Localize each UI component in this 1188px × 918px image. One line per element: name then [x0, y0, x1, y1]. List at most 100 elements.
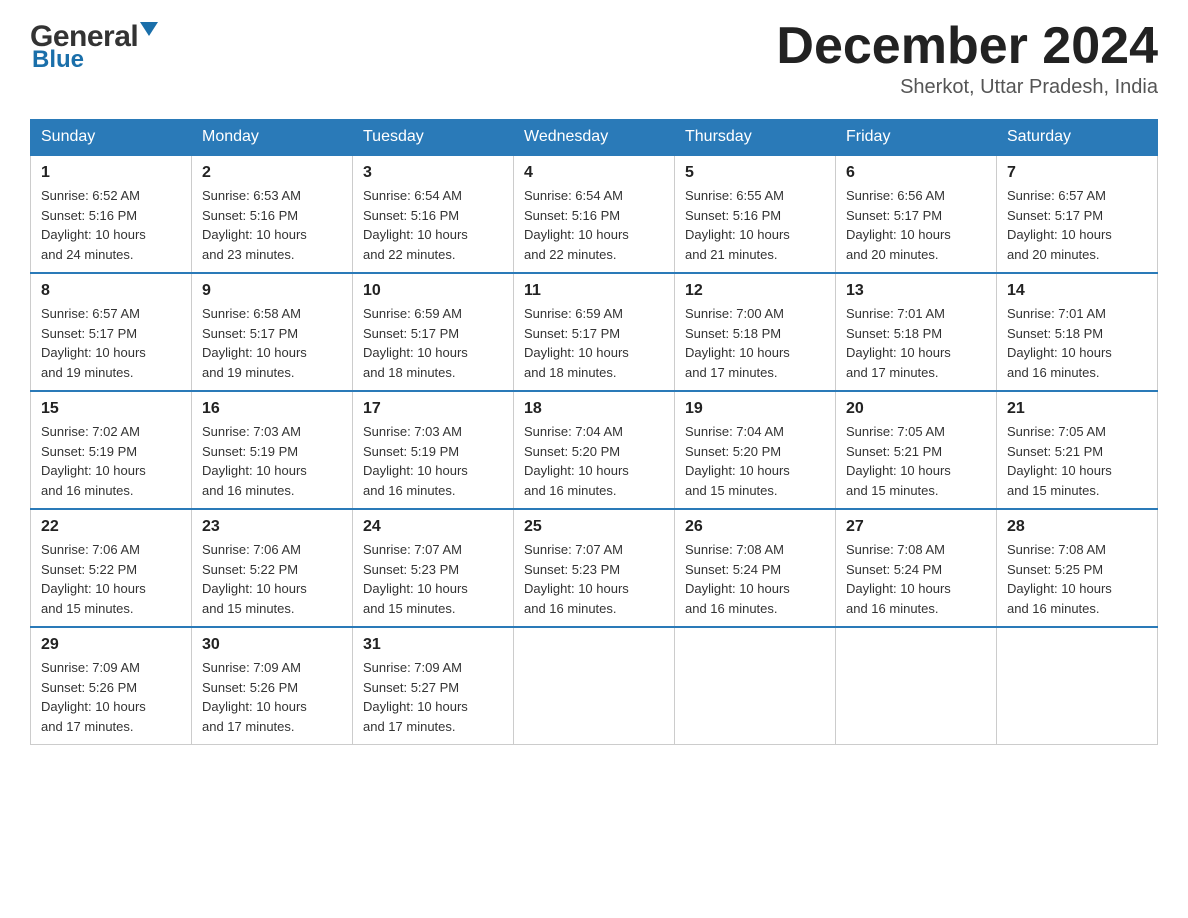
day-number: 11: [524, 282, 664, 300]
day-number: 30: [202, 636, 342, 654]
calendar-cell: 19 Sunrise: 7:04 AM Sunset: 5:20 PM Dayl…: [675, 391, 836, 509]
calendar-cell: 25 Sunrise: 7:07 AM Sunset: 5:23 PM Dayl…: [514, 509, 675, 627]
calendar-cell: 27 Sunrise: 7:08 AM Sunset: 5:24 PM Dayl…: [836, 509, 997, 627]
day-info: Sunrise: 7:05 AM Sunset: 5:21 PM Dayligh…: [1007, 422, 1147, 500]
logo: General Blue: [30, 20, 158, 74]
day-info: Sunrise: 6:55 AM Sunset: 5:16 PM Dayligh…: [685, 186, 825, 264]
calendar-cell: 7 Sunrise: 6:57 AM Sunset: 5:17 PM Dayli…: [997, 155, 1158, 273]
calendar-cell: 1 Sunrise: 6:52 AM Sunset: 5:16 PM Dayli…: [31, 155, 192, 273]
day-info: Sunrise: 7:04 AM Sunset: 5:20 PM Dayligh…: [524, 422, 664, 500]
day-info: Sunrise: 7:09 AM Sunset: 5:26 PM Dayligh…: [41, 658, 181, 736]
day-info: Sunrise: 6:57 AM Sunset: 5:17 PM Dayligh…: [1007, 186, 1147, 264]
day-number: 3: [363, 164, 503, 182]
calendar-week-3: 15 Sunrise: 7:02 AM Sunset: 5:19 PM Dayl…: [31, 391, 1158, 509]
day-info: Sunrise: 7:01 AM Sunset: 5:18 PM Dayligh…: [1007, 304, 1147, 382]
calendar-cell: 15 Sunrise: 7:02 AM Sunset: 5:19 PM Dayl…: [31, 391, 192, 509]
day-info: Sunrise: 7:00 AM Sunset: 5:18 PM Dayligh…: [685, 304, 825, 382]
day-info: Sunrise: 7:03 AM Sunset: 5:19 PM Dayligh…: [363, 422, 503, 500]
day-info: Sunrise: 6:54 AM Sunset: 5:16 PM Dayligh…: [524, 186, 664, 264]
day-info: Sunrise: 7:01 AM Sunset: 5:18 PM Dayligh…: [846, 304, 986, 382]
day-info: Sunrise: 6:58 AM Sunset: 5:17 PM Dayligh…: [202, 304, 342, 382]
day-number: 7: [1007, 164, 1147, 182]
calendar-cell: 10 Sunrise: 6:59 AM Sunset: 5:17 PM Dayl…: [353, 273, 514, 391]
day-info: Sunrise: 7:02 AM Sunset: 5:19 PM Dayligh…: [41, 422, 181, 500]
day-number: 24: [363, 518, 503, 536]
day-number: 8: [41, 282, 181, 300]
day-info: Sunrise: 7:06 AM Sunset: 5:22 PM Dayligh…: [41, 540, 181, 618]
calendar-cell: 26 Sunrise: 7:08 AM Sunset: 5:24 PM Dayl…: [675, 509, 836, 627]
col-monday: Monday: [192, 120, 353, 156]
calendar-cell: 4 Sunrise: 6:54 AM Sunset: 5:16 PM Dayli…: [514, 155, 675, 273]
calendar-cell: 13 Sunrise: 7:01 AM Sunset: 5:18 PM Dayl…: [836, 273, 997, 391]
day-number: 29: [41, 636, 181, 654]
calendar-cell: 30 Sunrise: 7:09 AM Sunset: 5:26 PM Dayl…: [192, 627, 353, 745]
day-info: Sunrise: 7:08 AM Sunset: 5:24 PM Dayligh…: [846, 540, 986, 618]
calendar-cell: 9 Sunrise: 6:58 AM Sunset: 5:17 PM Dayli…: [192, 273, 353, 391]
day-number: 28: [1007, 518, 1147, 536]
col-wednesday: Wednesday: [514, 120, 675, 156]
day-number: 25: [524, 518, 664, 536]
day-info: Sunrise: 6:59 AM Sunset: 5:17 PM Dayligh…: [524, 304, 664, 382]
col-tuesday: Tuesday: [353, 120, 514, 156]
calendar-week-2: 8 Sunrise: 6:57 AM Sunset: 5:17 PM Dayli…: [31, 273, 1158, 391]
day-number: 26: [685, 518, 825, 536]
calendar-header-row: Sunday Monday Tuesday Wednesday Thursday…: [31, 120, 1158, 156]
calendar-cell: 8 Sunrise: 6:57 AM Sunset: 5:17 PM Dayli…: [31, 273, 192, 391]
col-saturday: Saturday: [997, 120, 1158, 156]
day-number: 14: [1007, 282, 1147, 300]
calendar-cell: [514, 627, 675, 745]
calendar-cell: [675, 627, 836, 745]
calendar-cell: 2 Sunrise: 6:53 AM Sunset: 5:16 PM Dayli…: [192, 155, 353, 273]
day-number: 18: [524, 400, 664, 418]
day-info: Sunrise: 6:54 AM Sunset: 5:16 PM Dayligh…: [363, 186, 503, 264]
day-number: 27: [846, 518, 986, 536]
day-number: 6: [846, 164, 986, 182]
calendar-cell: 5 Sunrise: 6:55 AM Sunset: 5:16 PM Dayli…: [675, 155, 836, 273]
day-info: Sunrise: 6:53 AM Sunset: 5:16 PM Dayligh…: [202, 186, 342, 264]
month-title: December 2024: [776, 20, 1158, 72]
day-info: Sunrise: 7:05 AM Sunset: 5:21 PM Dayligh…: [846, 422, 986, 500]
calendar-cell: [997, 627, 1158, 745]
day-info: Sunrise: 6:56 AM Sunset: 5:17 PM Dayligh…: [846, 186, 986, 264]
day-number: 20: [846, 400, 986, 418]
day-info: Sunrise: 6:52 AM Sunset: 5:16 PM Dayligh…: [41, 186, 181, 264]
calendar-cell: 28 Sunrise: 7:08 AM Sunset: 5:25 PM Dayl…: [997, 509, 1158, 627]
logo-arrow-icon: [140, 22, 158, 50]
calendar-cell: 24 Sunrise: 7:07 AM Sunset: 5:23 PM Dayl…: [353, 509, 514, 627]
page-header: General Blue December 2024 Sherkot, Utta…: [30, 20, 1158, 99]
calendar-cell: 16 Sunrise: 7:03 AM Sunset: 5:19 PM Dayl…: [192, 391, 353, 509]
calendar-table: Sunday Monday Tuesday Wednesday Thursday…: [30, 119, 1158, 745]
day-number: 2: [202, 164, 342, 182]
calendar-cell: 11 Sunrise: 6:59 AM Sunset: 5:17 PM Dayl…: [514, 273, 675, 391]
day-number: 15: [41, 400, 181, 418]
calendar-cell: 17 Sunrise: 7:03 AM Sunset: 5:19 PM Dayl…: [353, 391, 514, 509]
title-section: December 2024 Sherkot, Uttar Pradesh, In…: [776, 20, 1158, 99]
calendar-week-5: 29 Sunrise: 7:09 AM Sunset: 5:26 PM Dayl…: [31, 627, 1158, 745]
calendar-cell: [836, 627, 997, 745]
calendar-cell: 12 Sunrise: 7:00 AM Sunset: 5:18 PM Dayl…: [675, 273, 836, 391]
day-number: 9: [202, 282, 342, 300]
day-number: 13: [846, 282, 986, 300]
calendar-cell: 6 Sunrise: 6:56 AM Sunset: 5:17 PM Dayli…: [836, 155, 997, 273]
calendar-week-4: 22 Sunrise: 7:06 AM Sunset: 5:22 PM Dayl…: [31, 509, 1158, 627]
calendar-cell: 21 Sunrise: 7:05 AM Sunset: 5:21 PM Dayl…: [997, 391, 1158, 509]
day-info: Sunrise: 7:09 AM Sunset: 5:26 PM Dayligh…: [202, 658, 342, 736]
calendar-cell: 14 Sunrise: 7:01 AM Sunset: 5:18 PM Dayl…: [997, 273, 1158, 391]
calendar-cell: 23 Sunrise: 7:06 AM Sunset: 5:22 PM Dayl…: [192, 509, 353, 627]
calendar-cell: 3 Sunrise: 6:54 AM Sunset: 5:16 PM Dayli…: [353, 155, 514, 273]
calendar-cell: 20 Sunrise: 7:05 AM Sunset: 5:21 PM Dayl…: [836, 391, 997, 509]
day-info: Sunrise: 7:07 AM Sunset: 5:23 PM Dayligh…: [363, 540, 503, 618]
calendar-cell: 31 Sunrise: 7:09 AM Sunset: 5:27 PM Dayl…: [353, 627, 514, 745]
day-info: Sunrise: 7:04 AM Sunset: 5:20 PM Dayligh…: [685, 422, 825, 500]
logo-blue-text: Blue: [32, 46, 84, 74]
day-number: 21: [1007, 400, 1147, 418]
day-number: 1: [41, 164, 181, 182]
calendar-week-1: 1 Sunrise: 6:52 AM Sunset: 5:16 PM Dayli…: [31, 155, 1158, 273]
day-number: 22: [41, 518, 181, 536]
day-info: Sunrise: 6:59 AM Sunset: 5:17 PM Dayligh…: [363, 304, 503, 382]
day-number: 31: [363, 636, 503, 654]
day-info: Sunrise: 7:09 AM Sunset: 5:27 PM Dayligh…: [363, 658, 503, 736]
day-info: Sunrise: 7:08 AM Sunset: 5:25 PM Dayligh…: [1007, 540, 1147, 618]
day-number: 23: [202, 518, 342, 536]
day-number: 19: [685, 400, 825, 418]
